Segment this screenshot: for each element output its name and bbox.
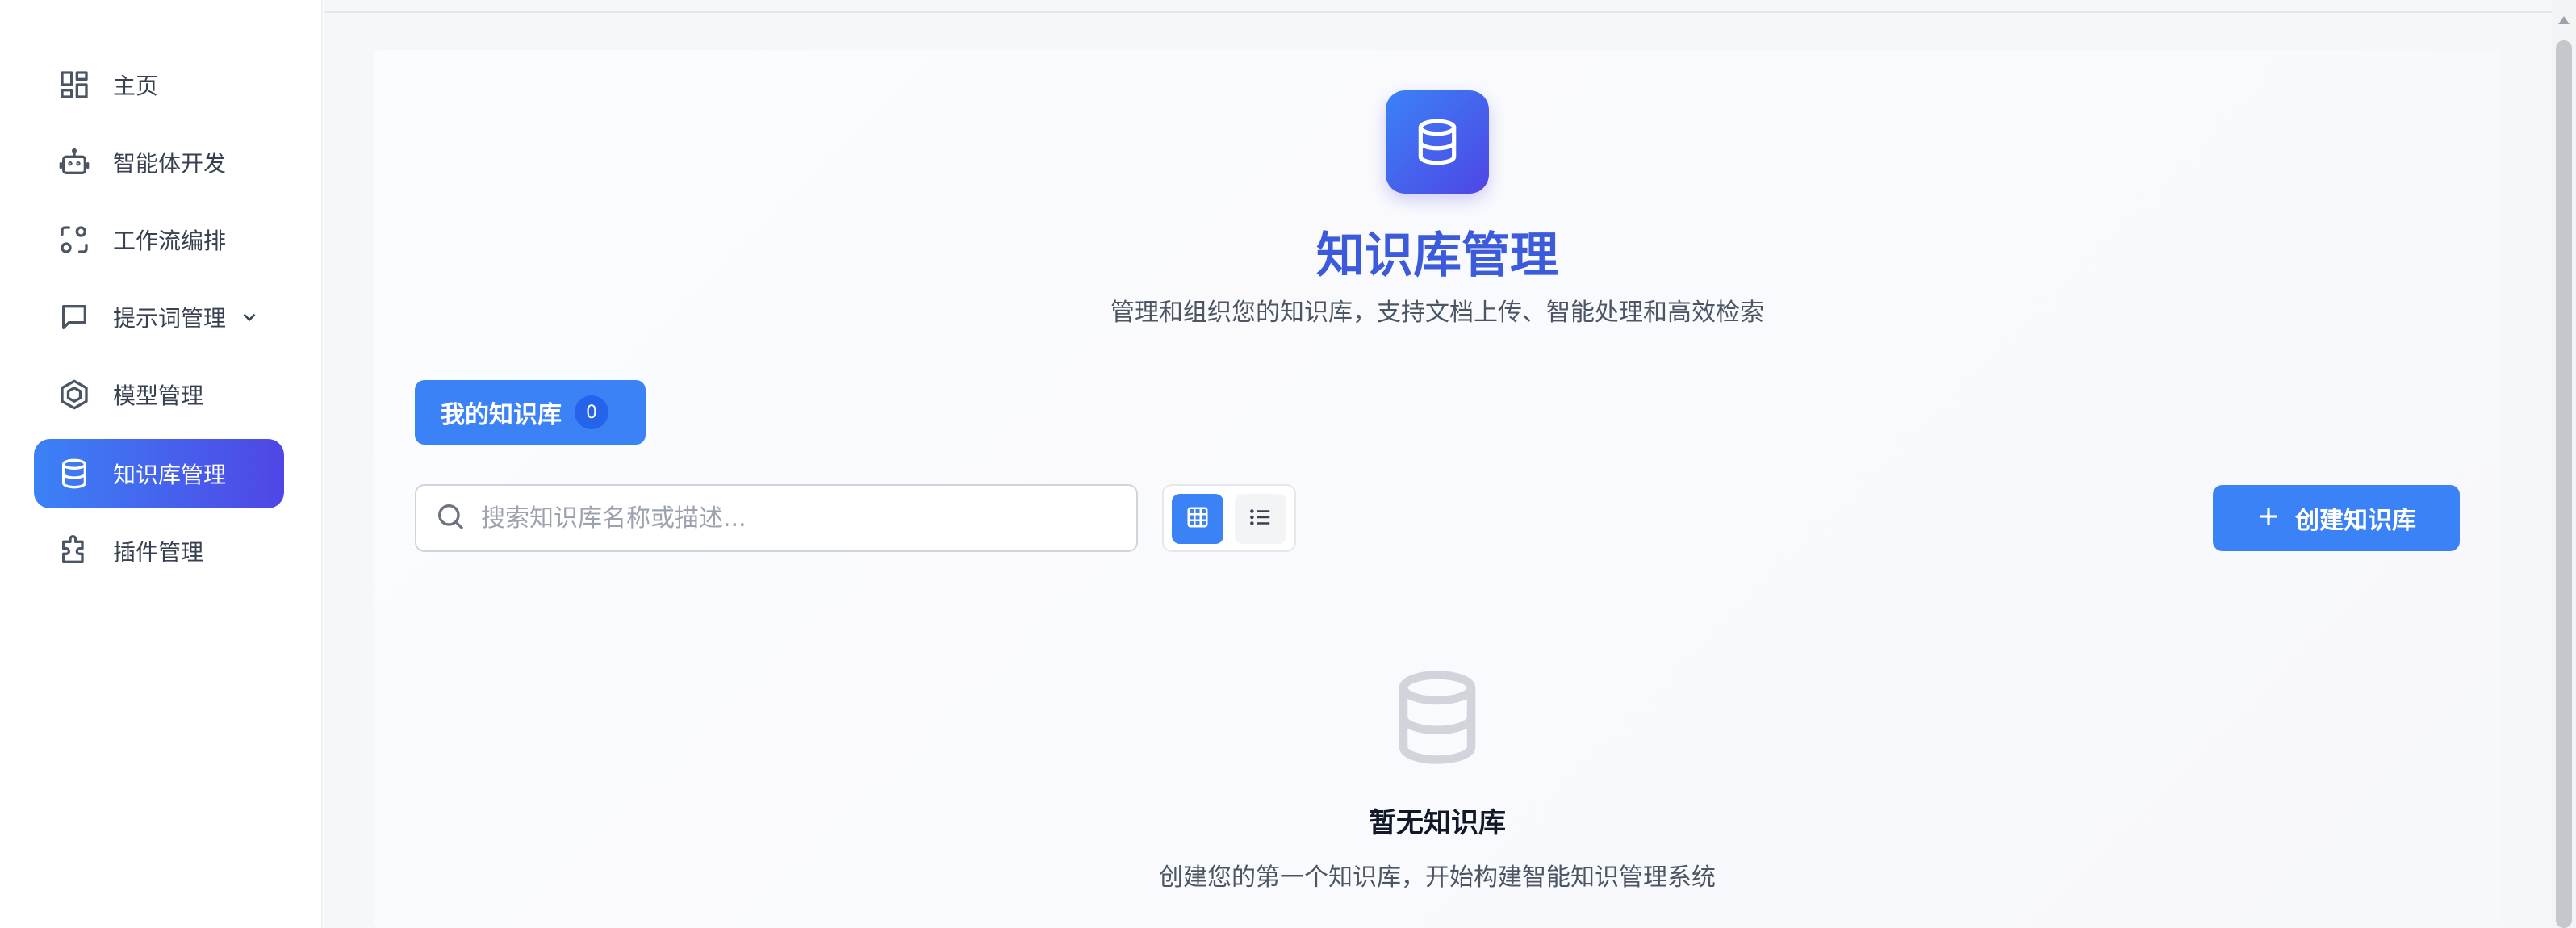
puzzle-icon [58, 535, 90, 567]
database-icon [1386, 667, 1488, 768]
database-icon [1386, 90, 1489, 194]
sidebar-item-plugins[interactable]: 插件管理 [34, 516, 284, 586]
scroll-up-arrow-icon[interactable] [2558, 16, 2570, 24]
create-knowledge-base-button[interactable]: 创建知识库 [2213, 485, 2460, 551]
sidebar-item-label: 知识库管理 [113, 462, 227, 488]
sidebar-item-label: 智能体开发 [113, 150, 227, 177]
sidebar: 主页 智能体开发 工作流编排 提示词管理 模型管理 知识库管理 插件管理 [0, 0, 323, 928]
search-input[interactable] [481, 504, 1127, 533]
scrollbar[interactable] [2552, 0, 2576, 928]
sidebar-item-label: 插件管理 [113, 539, 204, 566]
list-view-button[interactable] [1235, 494, 1286, 544]
list-icon [1248, 505, 1273, 533]
page-title: 知识库管理 [1316, 228, 1558, 284]
tab-my-knowledge-bases[interactable]: 我的知识库 0 [415, 380, 646, 445]
sidebar-item-agent-dev[interactable]: 智能体开发 [34, 127, 284, 197]
view-toggle [1162, 484, 1296, 552]
create-button-label: 创建知识库 [2295, 507, 2416, 535]
scrollbar-thumb[interactable] [2556, 40, 2572, 928]
sidebar-item-knowledge-base[interactable]: 知识库管理 [34, 439, 284, 508]
sidebar-item-models[interactable]: 模型管理 [34, 360, 284, 429]
grid-icon [1186, 505, 1210, 533]
search-icon [434, 500, 466, 536]
app-window: 主页 智能体开发 工作流编排 提示词管理 模型管理 知识库管理 插件管理 知识库… [0, 0, 2576, 928]
empty-state-description: 创建您的第一个知识库，开始构建智能知识管理系统 [1159, 863, 1716, 892]
plus-icon [2256, 504, 2281, 532]
robot-icon [58, 146, 90, 178]
database-icon [58, 458, 90, 490]
sidebar-item-home[interactable]: 主页 [34, 50, 284, 119]
model-icon [58, 378, 90, 411]
count-badge: 0 [575, 395, 608, 429]
empty-state-title: 暂无知识库 [1369, 807, 1506, 839]
sidebar-item-label: 模型管理 [113, 382, 204, 409]
dashboard-icon [58, 69, 90, 101]
page-subtitle: 管理和组织您的知识库，支持文档上传、智能处理和高效检索 [1110, 299, 1764, 327]
search-box [415, 484, 1138, 552]
sidebar-item-label: 主页 [113, 73, 159, 99]
top-divider [324, 11, 2552, 13]
tab-label: 我的知识库 [441, 401, 562, 429]
grid-view-button[interactable] [1172, 494, 1223, 544]
